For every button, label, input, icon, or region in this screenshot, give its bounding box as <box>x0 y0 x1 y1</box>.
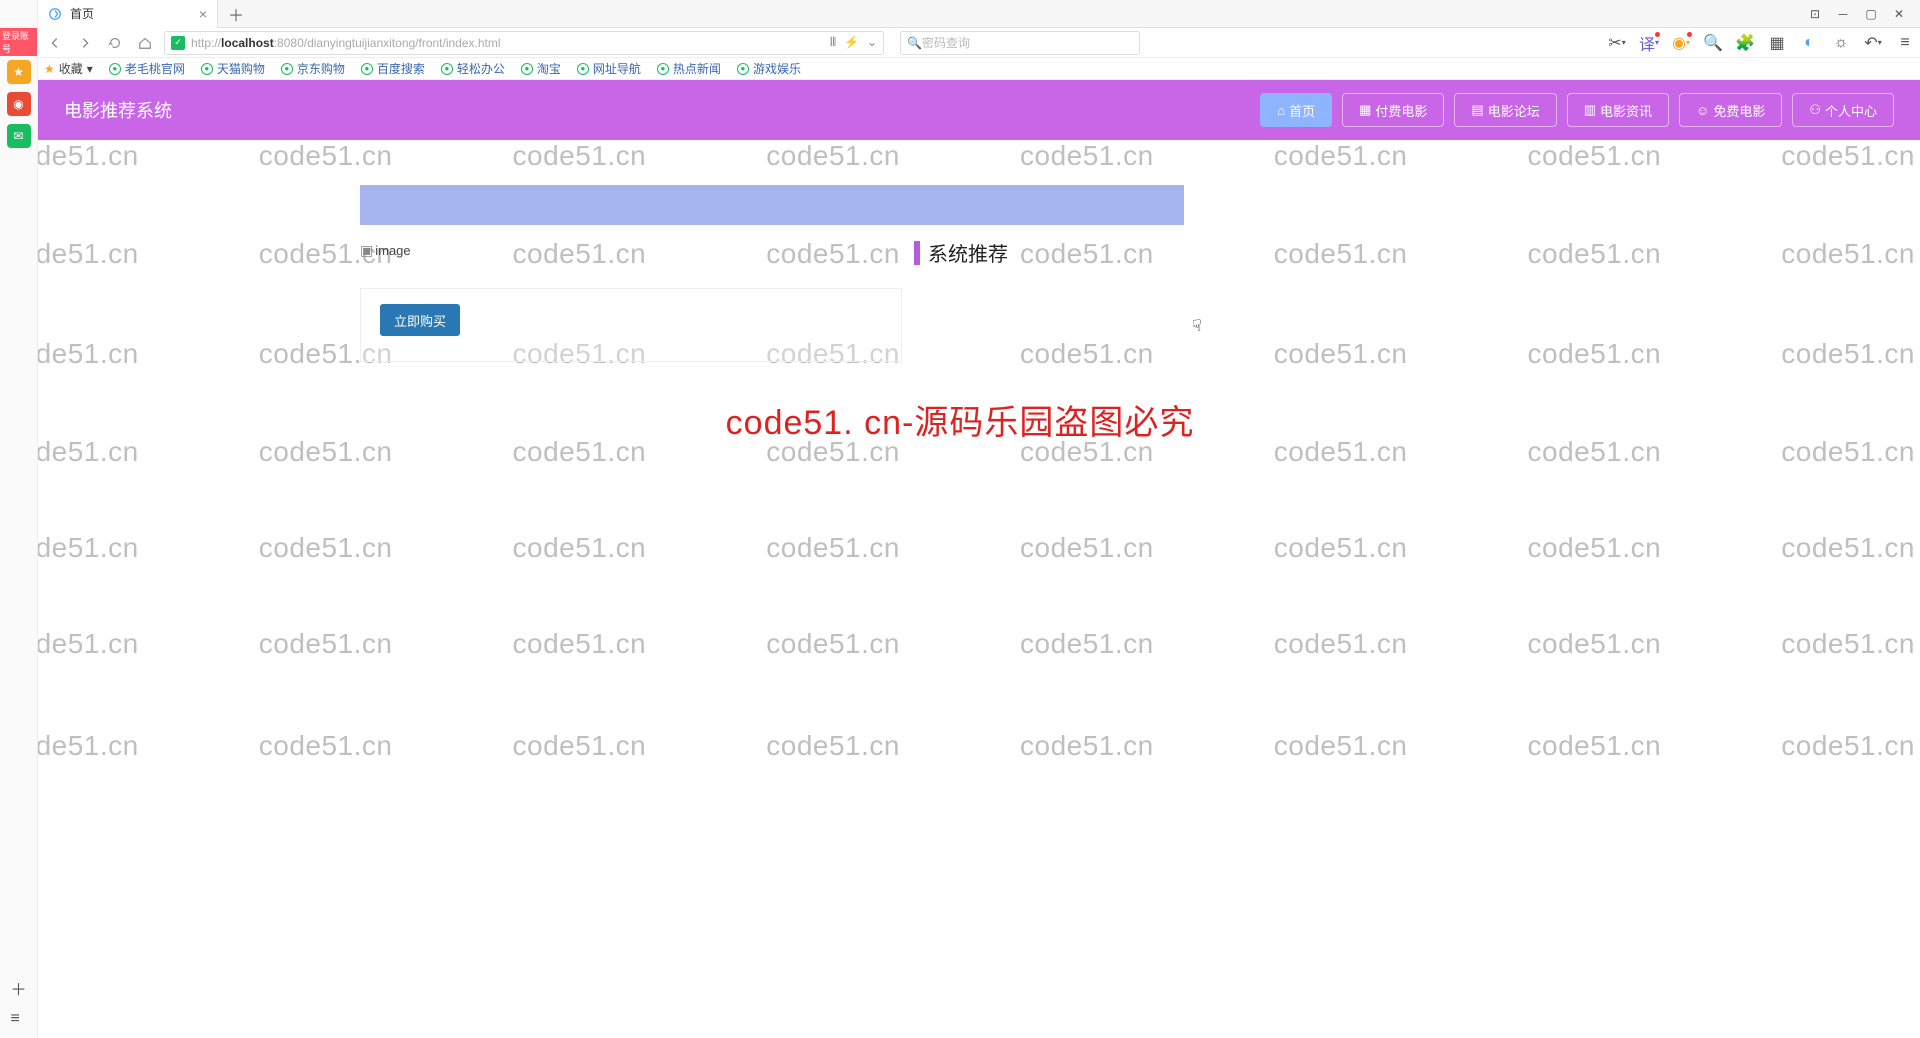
chevron-down-icon[interactable]: ⌄ <box>867 35 877 50</box>
bookmark-bullet-icon: ● <box>109 63 121 75</box>
bookmark-bullet-icon: ● <box>737 63 749 75</box>
page-header-nav: 电影推荐系统 ⌂首页 ▦付费电影 ▤电影论坛 ▥电影资讯 ☺免费电影 ⚇个人中心 <box>38 80 1920 140</box>
bookmarks-bar: ★收藏 ▾ ●老毛桃官网 ●天猫购物 ●京东购物 ●百度搜索 ●轻松办公 ●淘宝… <box>0 58 1920 80</box>
bookmark-bullet-icon: ● <box>441 63 453 75</box>
bookmark-item[interactable]: ●京东购物 <box>281 60 345 77</box>
rail-menu-icon[interactable]: ≡ <box>10 1010 26 1028</box>
bookmark-item[interactable]: ●老毛桃官网 <box>109 60 185 77</box>
hero-banner <box>360 185 1184 225</box>
page-title: 电影推荐系统 <box>64 97 172 123</box>
rail-plus-icon[interactable]: ＋ <box>10 976 26 1000</box>
nav-forward-button[interactable] <box>74 32 96 54</box>
rail-icon-2[interactable]: ★ <box>7 60 31 84</box>
qr-icon[interactable]: 𝄃𝄃 <box>831 35 836 50</box>
nav-paid-movie[interactable]: ▦付费电影 <box>1342 93 1444 127</box>
hamburger-icon[interactable]: ≡ <box>1896 34 1914 52</box>
star-icon: ★ <box>44 62 55 76</box>
bookmark-bullet-icon: ● <box>521 63 533 75</box>
rail-weibo-icon[interactable]: ◉ <box>7 92 31 116</box>
rail-mail-icon[interactable]: ✉ <box>7 124 31 148</box>
bookmark-item[interactable]: ●百度搜索 <box>361 60 425 77</box>
page-body: image 立即购买 系统推荐 <box>38 140 1920 1038</box>
bookmark-item[interactable]: ●天猫购物 <box>201 60 265 77</box>
translate-icon[interactable]: 译▾ <box>1640 34 1658 52</box>
heading-accent-bar <box>914 241 920 265</box>
nav-home[interactable]: ⌂首页 <box>1260 93 1332 127</box>
bookmark-bullet-icon: ● <box>201 63 213 75</box>
bookmark-item[interactable]: ●轻松办公 <box>441 60 505 77</box>
recommend-heading: 系统推荐 <box>914 238 1008 267</box>
scissors-icon[interactable]: ✂▾ <box>1608 34 1626 52</box>
bookmark-bullet-icon: ● <box>281 63 293 75</box>
bookmark-bullet-icon: ● <box>361 63 373 75</box>
bookmark-item[interactable]: ●网址导航 <box>577 60 641 77</box>
nav-menu: ⌂首页 ▦付费电影 ▤电影论坛 ▥电影资讯 ☺免费电影 ⚇个人中心 <box>1260 93 1894 127</box>
cursor-icon: ☟ <box>1192 316 1202 336</box>
tab-title: 首页 <box>70 5 94 22</box>
nav-forum[interactable]: ▤电影论坛 <box>1454 93 1556 127</box>
buy-now-button[interactable]: 立即购买 <box>380 304 460 336</box>
puzzle-icon[interactable]: 🧩 <box>1736 34 1754 52</box>
browser-left-rail: 登录账号 ✦ ★ ◉ ✉ ＋ ≡ <box>0 0 38 1038</box>
nav-profile[interactable]: ⚇个人中心 <box>1792 93 1894 127</box>
nav-reload-button[interactable] <box>104 32 126 54</box>
search-icon: 🔍 <box>907 36 922 50</box>
sun-icon[interactable]: ☼ <box>1832 34 1850 52</box>
address-bar[interactable]: ✓ http://localhost:8080/dianyingtuijianx… <box>164 31 884 55</box>
broken-image-placeholder: image <box>360 242 411 259</box>
grid-icon[interactable]: ▦ <box>1768 34 1786 52</box>
globe-icon[interactable]: ◐ <box>1800 34 1818 52</box>
login-badge[interactable]: 登录账号 <box>0 28 37 56</box>
zoom-icon[interactable]: 🔍 <box>1704 34 1722 52</box>
undo-icon[interactable]: ↶▾ <box>1864 34 1882 52</box>
bookmark-item[interactable]: ●热点新闻 <box>657 60 721 77</box>
search-placeholder: 密码查询 <box>922 34 970 51</box>
flash-icon[interactable]: ⚡ <box>844 35 859 50</box>
nav-free-movie[interactable]: ☺免费电影 <box>1679 93 1782 127</box>
security-icon[interactable]: ◉▾ <box>1672 34 1690 52</box>
bookmark-bullet-icon: ● <box>657 63 669 75</box>
window-minimize-icon[interactable]: ─ <box>1836 7 1850 21</box>
tab-favicon <box>48 7 62 21</box>
browser-address-bar-row: ✓ http://localhost:8080/dianyingtuijianx… <box>0 28 1920 58</box>
bookmark-item[interactable]: ●游戏娱乐 <box>737 60 801 77</box>
browser-tab[interactable]: 首页 × <box>38 0 218 28</box>
window-close-icon[interactable]: ✕ <box>1892 7 1906 21</box>
tab-close-icon[interactable]: × <box>199 6 207 22</box>
bookmark-item[interactable]: ●淘宝 <box>521 60 561 77</box>
nav-news[interactable]: ▥电影资讯 <box>1567 93 1669 127</box>
nav-home-button[interactable] <box>134 32 156 54</box>
nav-back-button[interactable] <box>44 32 66 54</box>
bookmark-favorites[interactable]: ★收藏 ▾ <box>44 60 93 77</box>
shield-icon: ✓ <box>171 36 185 50</box>
browser-search-box[interactable]: 🔍 密码查询 <box>900 31 1140 55</box>
browser-tab-strip: 首页 × ＋ ⊡ ─ ▢ ✕ <box>0 0 1920 28</box>
window-maximize-icon[interactable]: ▢ <box>1864 7 1878 21</box>
new-tab-button[interactable]: ＋ <box>218 2 254 26</box>
window-pin-icon[interactable]: ⊡ <box>1808 7 1822 21</box>
url-text: http://localhost:8080/dianyingtuijianxit… <box>191 36 501 50</box>
bookmark-bullet-icon: ● <box>577 63 589 75</box>
